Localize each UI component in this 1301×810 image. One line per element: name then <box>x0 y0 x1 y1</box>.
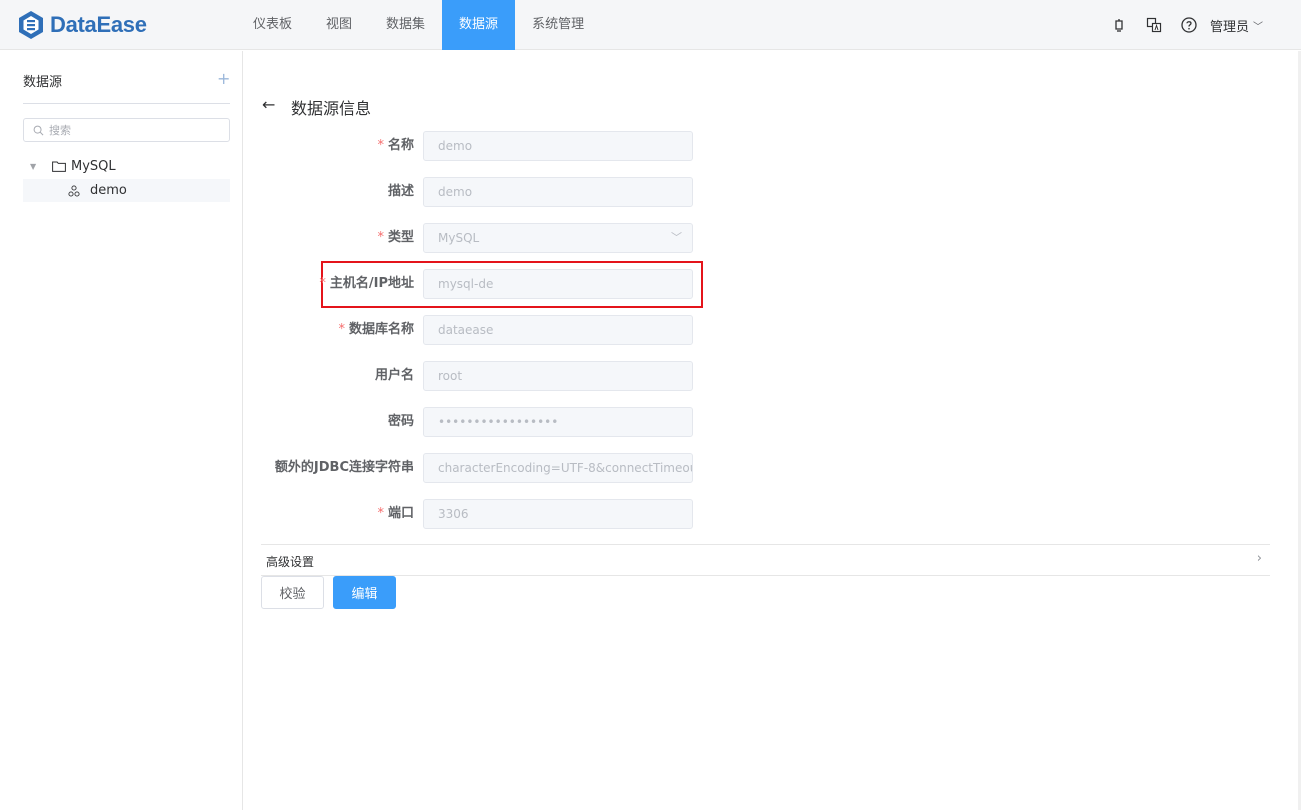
chevron-down-icon: ﹀ <box>671 231 682 244</box>
field-label: * 主机名/IP地址 <box>319 276 414 291</box>
port-field[interactable]: 3306 <box>423 499 693 529</box>
name-field[interactable]: demo <box>423 131 693 161</box>
datasource-node-icon <box>68 184 80 197</box>
field-label: 密码 <box>387 414 414 429</box>
form-row-description: 描述 demo <box>244 177 704 207</box>
field-label: 用户名 <box>374 368 414 383</box>
advanced-settings-collapse[interactable]: 高级设置 › <box>261 544 1270 576</box>
jdbc-string-field[interactable]: characterEncoding=UTF-8&connectTimeout=5… <box>423 453 693 483</box>
form-row-port: * 端口 3306 <box>244 499 704 529</box>
password-field[interactable]: ••••••••••••••••• <box>423 407 693 437</box>
search-input[interactable]: 搜索 <box>49 122 71 138</box>
field-label: * 类型 <box>377 230 414 245</box>
form-row-password: 密码 ••••••••••••••••• <box>244 407 704 437</box>
form-row-database-name: * 数据库名称 dataease <box>244 315 704 345</box>
form-row-jdbc: 额外的JDBC连接字符串 characterEncoding=UTF-8&con… <box>244 453 704 483</box>
sidebar-title: 数据源 <box>23 75 63 90</box>
user-menu[interactable]: 管理员 ﹀ <box>1210 16 1263 35</box>
form-row-name: * 名称 demo <box>244 131 704 161</box>
edit-button[interactable]: 编辑 <box>333 576 396 609</box>
field-label: 额外的JDBC连接字符串 <box>274 460 414 475</box>
back-arrow-icon[interactable]: ← <box>262 95 275 114</box>
notification-icon[interactable] <box>1110 16 1128 34</box>
page-title: 数据源信息 <box>291 99 372 118</box>
chevron-right-icon: › <box>1256 551 1262 566</box>
description-field[interactable]: demo <box>423 177 693 207</box>
folder-icon <box>52 161 66 172</box>
field-label: * 数据库名称 <box>338 322 414 337</box>
form-row-username: 用户名 root <box>244 361 704 391</box>
nav-datasets[interactable]: 数据集 <box>369 0 442 50</box>
chevron-down-icon: ﹀ <box>1253 21 1263 33</box>
header-tools: 管理员 ﹀ <box>1093 0 1263 50</box>
top-navbar: DataEase 仪表板 视图 数据集 数据源 系统管理 管理员 ﹀ <box>0 0 1301 50</box>
user-name: 管理员 <box>1209 19 1249 35</box>
sidebar-divider <box>23 103 230 104</box>
tree-item-demo[interactable]: demo <box>23 179 230 202</box>
add-datasource-icon[interactable]: + <box>217 69 230 88</box>
nav-system-management[interactable]: 系统管理 <box>515 0 601 50</box>
datasource-sidebar: 数据源 + 搜索 ▼ MySQL demo <box>0 51 243 810</box>
caret-down-icon[interactable]: ▼ <box>30 162 38 171</box>
field-label: 描述 <box>387 184 414 199</box>
type-select[interactable]: MySQL ﹀ <box>423 223 693 253</box>
field-label: * 名称 <box>377 138 414 153</box>
advanced-settings-label: 高级设置 <box>266 555 315 569</box>
tree-item-mysql[interactable]: ▼ MySQL <box>23 155 230 178</box>
help-icon[interactable] <box>1180 16 1198 34</box>
tree-item-label: demo <box>90 183 127 198</box>
field-label: * 端口 <box>377 506 414 521</box>
search-icon <box>33 125 44 135</box>
dataease-logo[interactable]: DataEase <box>16 10 147 40</box>
database-name-field[interactable]: dataease <box>423 315 693 345</box>
verify-button[interactable]: 校验 <box>261 576 324 609</box>
tree-item-label: MySQL <box>71 159 116 174</box>
nav-dashboard[interactable]: 仪表板 <box>236 0 309 50</box>
dataease-logo-icon <box>19 11 43 39</box>
nav-views[interactable]: 视图 <box>309 0 369 50</box>
form-row-type: * 类型 MySQL ﹀ <box>244 223 704 253</box>
form-row-host: * 主机名/IP地址 mysql-de <box>244 269 704 299</box>
nav-datasources[interactable]: 数据源 <box>442 0 516 50</box>
search-box[interactable]: 搜索 <box>23 118 230 142</box>
host-field[interactable]: mysql-de <box>423 269 693 299</box>
type-select-value: MySQL <box>438 231 480 245</box>
username-field[interactable]: root <box>423 361 693 391</box>
main-nav: 仪表板 视图 数据集 数据源 系统管理 <box>236 0 601 50</box>
logo-text: DataEase <box>50 12 147 37</box>
translate-icon[interactable] <box>1145 16 1163 34</box>
main-content: ← 数据源信息 * 名称 demo 描述 demo * 类型 MySQL ﹀ * 主机… <box>244 51 1301 810</box>
